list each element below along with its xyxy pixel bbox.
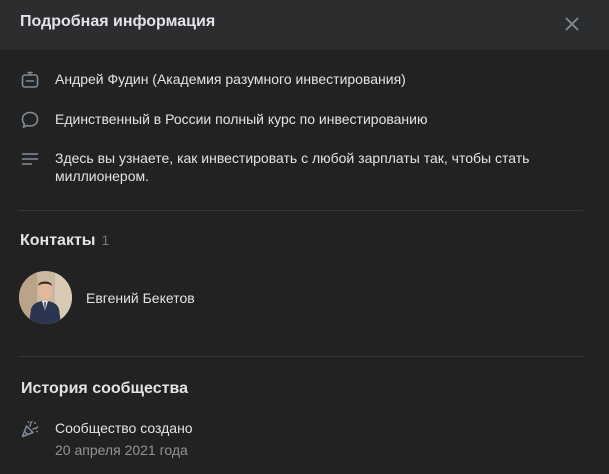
history-date: 20 апреля 2021 года	[55, 442, 188, 458]
close-icon	[565, 17, 579, 31]
divider	[18, 356, 583, 357]
contacts-title: Контакты	[20, 232, 96, 249]
message-icon	[20, 110, 40, 130]
info-author-row: Андрей Фудин (Академия разумного инвести…	[20, 70, 575, 90]
history-title: История сообщества	[21, 380, 188, 397]
history-event: Сообщество создано	[55, 420, 193, 436]
close-button[interactable]	[560, 12, 584, 36]
info-author: Андрей Фудин (Академия разумного инвести…	[55, 71, 406, 87]
text-lines-icon	[20, 149, 40, 169]
info-status: Единственный в России полный курс по инв…	[55, 111, 428, 127]
details-modal: Подробная информация Андрей Фудин (Акаде…	[0, 0, 609, 474]
party-popper-icon	[20, 419, 40, 439]
modal-header: Подробная информация	[0, 0, 609, 50]
contacts-count: 1	[101, 232, 110, 248]
contacts-header[interactable]: Контакты 1	[20, 232, 109, 250]
divider	[18, 210, 583, 211]
contact-name[interactable]: Евгений Бекетов	[86, 290, 195, 306]
avatar[interactable]	[19, 271, 72, 324]
modal-title: Подробная информация	[20, 13, 216, 30]
info-description-row: Здесь вы узнаете, как инвестировать с лю…	[20, 149, 575, 185]
contact-item[interactable]: Евгений Бекетов	[19, 271, 195, 324]
info-description: Здесь вы узнаете, как инвестировать с лю…	[55, 150, 530, 184]
info-status-row: Единственный в России полный курс по инв…	[20, 110, 575, 130]
history-event-row: Сообщество создано 20 апреля 2021 года	[20, 419, 193, 459]
podcast-icon	[20, 70, 40, 90]
